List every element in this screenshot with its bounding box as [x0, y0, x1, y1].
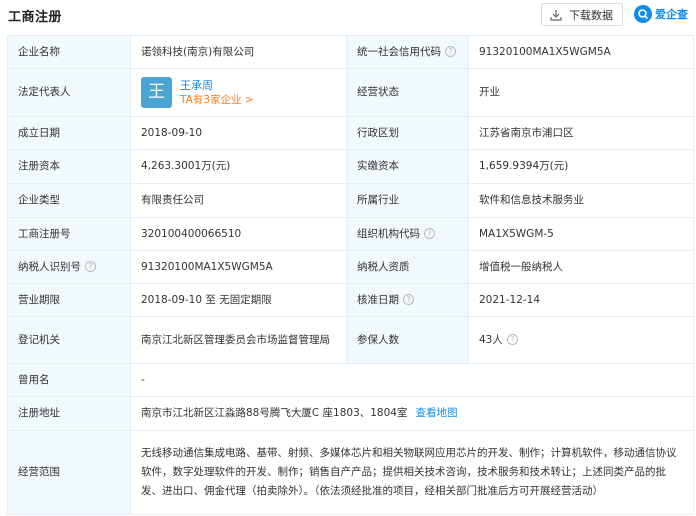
table-row: 登记机关 南京江北新区管理委员会市场监督管理局 参保人数 43人?	[7, 316, 694, 364]
tax-id-label: 纳税人识别号	[18, 260, 81, 273]
status-label: 经营状态	[346, 68, 469, 117]
credit-code-label-cell: 统一社会信用代码?	[346, 35, 469, 69]
capital-label: 注册资本	[7, 149, 131, 184]
section-title: 工商注册	[8, 10, 63, 25]
founded-label: 成立日期	[7, 116, 131, 150]
table-row: 经营范围 无线移动通信集成电路、基带、射频、多媒体芯片和相关物联网应用芯片的开发…	[7, 430, 694, 515]
paid-capital-value: 1,659.9394万(元)	[468, 149, 694, 184]
table-row: 曾用名 -	[7, 363, 694, 397]
table-row: 企业类型 有限责任公司 所属行业 软件和信息技术服务业	[7, 183, 694, 218]
help-icon[interactable]: ?	[85, 261, 96, 272]
table-row: 工商注册号 320100400066510 组织机构代码? MA1X5WGM-5	[7, 217, 694, 251]
scope-label: 经营范围	[7, 430, 131, 515]
region-value: 江苏省南京市浦口区	[468, 116, 694, 150]
paid-capital-label: 实缴资本	[346, 149, 469, 184]
taxpayer-label: 纳税人资质	[346, 250, 469, 284]
table-row: 法定代表人 王 王承周 TA有3家企业 > 经营状态 开业	[7, 68, 694, 117]
capital-value: 4,263.3001万(元)	[130, 149, 347, 184]
approval-label-cell: 核准日期?	[346, 283, 469, 317]
approval-value: 2021-12-14	[468, 283, 694, 317]
help-icon[interactable]: ?	[506, 334, 518, 345]
company-name-value: 诺领科技(南京)有限公司	[130, 35, 347, 69]
status-value: 开业	[468, 68, 694, 117]
table-row: 注册资本 4,263.3001万(元) 实缴资本 1,659.9394万(元)	[7, 149, 694, 184]
taxpayer-value: 增值税一般纳税人	[468, 250, 694, 284]
term-label: 营业期限	[7, 283, 131, 317]
aiqicha-logo-icon	[634, 5, 652, 23]
authority-value: 南京江北新区管理委员会市场监督管理局	[130, 316, 347, 364]
table-row: 纳税人识别号? 91320100MA1X5WGM5A 纳税人资质 增值税一般纳税…	[7, 250, 694, 284]
download-data-button[interactable]: 下载数据	[541, 3, 623, 26]
brand-logo[interactable]: 爱企查	[634, 5, 688, 23]
section-header: 工商注册 下载数据 爱企查	[0, 0, 696, 30]
company-type-label: 企业类型	[7, 183, 131, 218]
address-label: 注册地址	[7, 396, 131, 431]
region-label: 行政区划	[346, 116, 469, 150]
founded-value: 2018-09-10	[130, 116, 347, 150]
legal-rep-cell: 王 王承周 TA有3家企业 >	[130, 68, 347, 117]
download-data-label: 下载数据	[569, 8, 613, 22]
credit-code-value: 91320100MA1X5WGM5A	[468, 35, 694, 69]
table-row: 成立日期 2018-09-10 行政区划 江苏省南京市浦口区	[7, 116, 694, 150]
industry-value: 软件和信息技术服务业	[468, 183, 694, 218]
org-code-label-cell: 组织机构代码?	[346, 217, 469, 251]
industry-label: 所属行业	[346, 183, 469, 218]
approval-label: 核准日期	[357, 293, 399, 306]
scope-value: 无线移动通信集成电路、基带、射频、多媒体芯片和相关物联网应用芯片的开发、制作；计…	[130, 430, 694, 515]
table-row: 营业期限 2018-09-10 至 无固定期限 核准日期? 2021-12-14	[7, 283, 694, 317]
help-icon[interactable]: ?	[424, 228, 435, 239]
insured-value-cell: 43人?	[468, 316, 694, 364]
help-icon[interactable]: ?	[445, 46, 456, 57]
org-code-value: MA1X5WGM-5	[468, 217, 694, 251]
legal-rep-name-link[interactable]: 王承周	[180, 78, 254, 93]
help-icon[interactable]: ?	[403, 294, 414, 305]
credit-code-label: 统一社会信用代码	[357, 45, 441, 58]
registration-table: 企业名称 诺领科技(南京)有限公司 统一社会信用代码? 91320100MA1X…	[7, 35, 694, 515]
term-value: 2018-09-10 至 无固定期限	[130, 283, 347, 317]
address-cell: 南京市江北新区江淼路88号腾飞大厦C 座1803、1804室 查看地图	[130, 396, 694, 431]
legal-rep-label: 法定代表人	[7, 68, 131, 117]
view-map-link[interactable]: 查看地图	[415, 407, 457, 419]
brand-name: 爱企查	[655, 8, 688, 21]
avatar[interactable]: 王	[141, 77, 172, 108]
address-value: 南京市江北新区江淼路88号腾飞大厦C 座1803、1804室	[141, 407, 408, 419]
former-name-value: -	[130, 363, 694, 397]
company-name-label: 企业名称	[7, 35, 131, 69]
insured-value: 43人	[479, 333, 503, 346]
tax-id-value: 91320100MA1X5WGM5A	[130, 250, 347, 284]
download-icon	[550, 9, 562, 21]
table-row: 注册地址 南京市江北新区江淼路88号腾飞大厦C 座1803、1804室 查看地图	[7, 396, 694, 431]
reg-no-label: 工商注册号	[7, 217, 131, 251]
reg-no-value: 320100400066510	[130, 217, 347, 251]
insured-label: 参保人数	[346, 316, 469, 364]
former-name-label: 曾用名	[7, 363, 131, 397]
rep-companies-link[interactable]: TA有3家企业 >	[180, 93, 254, 108]
table-row: 企业名称 诺领科技(南京)有限公司 统一社会信用代码? 91320100MA1X…	[7, 35, 694, 69]
tax-id-label-cell: 纳税人识别号?	[7, 250, 131, 284]
org-code-label: 组织机构代码	[357, 227, 420, 240]
authority-label: 登记机关	[7, 316, 131, 364]
company-type-value: 有限责任公司	[130, 183, 347, 218]
